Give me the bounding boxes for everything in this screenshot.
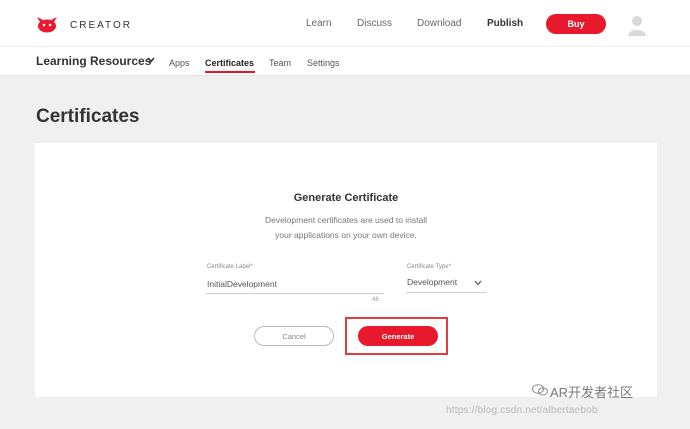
buy-button[interactable]: Buy xyxy=(546,14,606,34)
tab-apps[interactable]: Apps xyxy=(169,58,190,68)
tab-certificates[interactable]: Certificates xyxy=(205,58,254,68)
certificate-label-underline xyxy=(206,293,384,294)
certificate-label-label: Certificate Label* xyxy=(207,264,253,270)
card-title: Generate Certificate xyxy=(293,192,399,204)
brand-name: CREATOR xyxy=(70,20,132,31)
page-title: Certificates xyxy=(36,106,140,127)
nav-learn[interactable]: Learn xyxy=(306,18,332,29)
certificate-type-underline xyxy=(406,292,486,293)
tab-team[interactable]: Team xyxy=(269,58,291,68)
chevron-down-icon[interactable] xyxy=(474,280,482,286)
certificate-type-label: Certificate Type* xyxy=(407,264,451,270)
generate-certificate-card: Generate Certificate Development certifi… xyxy=(35,143,657,397)
user-avatar-icon[interactable] xyxy=(627,14,647,36)
watermark-url: https://blog.csdn.net/albertaebob xyxy=(446,405,598,416)
subnav-border xyxy=(0,75,690,76)
generate-button[interactable]: Generate xyxy=(358,326,438,346)
active-tab-indicator xyxy=(205,71,255,73)
learning-resources-menu[interactable]: Learning Resources xyxy=(36,54,151,68)
watermark-text: AR开发者社区 xyxy=(550,385,634,400)
certificate-label-input[interactable]: InitialDevelopment xyxy=(207,279,277,289)
card-description-line-1: Development certificates are used to ins… xyxy=(264,215,428,225)
wechat-icon xyxy=(532,384,548,396)
certificate-type-select[interactable]: Development xyxy=(407,277,457,287)
nav-download[interactable]: Download xyxy=(417,18,461,29)
chevron-down-icon[interactable] xyxy=(147,57,155,63)
sub-nav: Learning Resources Apps Certificates Tea… xyxy=(0,47,690,75)
red-bird-logo-icon[interactable] xyxy=(36,15,58,33)
nav-discuss[interactable]: Discuss xyxy=(357,18,392,29)
tab-settings[interactable]: Settings xyxy=(307,58,340,68)
card-description: Development certificates are used to ins… xyxy=(35,213,657,243)
nav-publish[interactable]: Publish xyxy=(487,18,523,29)
top-bar: CREATOR Learn Discuss Download Publish B… xyxy=(0,0,690,46)
cancel-button[interactable]: Cancel xyxy=(254,326,334,346)
character-counter: 48 xyxy=(372,297,379,303)
card-description-line-2: your applications on your own device. xyxy=(275,230,417,240)
